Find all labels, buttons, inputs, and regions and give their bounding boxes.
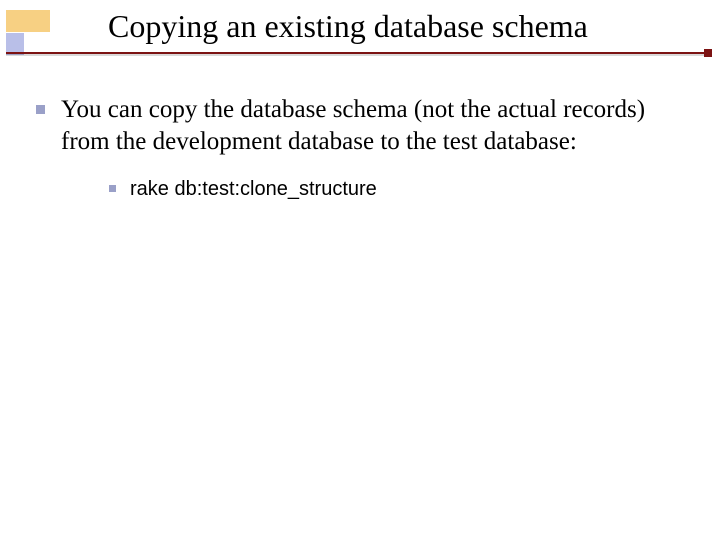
body-area: You can copy the database schema (not th…	[36, 94, 660, 220]
decoration-top-block	[6, 10, 50, 32]
square-bullet-icon	[109, 185, 116, 192]
square-bullet-icon	[36, 105, 45, 114]
title-underline	[6, 52, 710, 54]
list-item-text: You can copy the database schema (not th…	[61, 96, 645, 155]
title-area: Copying an existing database schema	[108, 8, 640, 51]
list-item: rake db:test:clone_structure	[109, 176, 660, 202]
list-item: You can copy the database schema (not th…	[36, 94, 660, 202]
slide: Copying an existing database schema You …	[0, 0, 720, 540]
list-item-text: rake db:test:clone_structure	[130, 176, 377, 202]
sublist: rake db:test:clone_structure	[109, 176, 660, 202]
list-item-content: You can copy the database schema (not th…	[61, 94, 660, 202]
slide-title: Copying an existing database schema	[108, 8, 640, 51]
